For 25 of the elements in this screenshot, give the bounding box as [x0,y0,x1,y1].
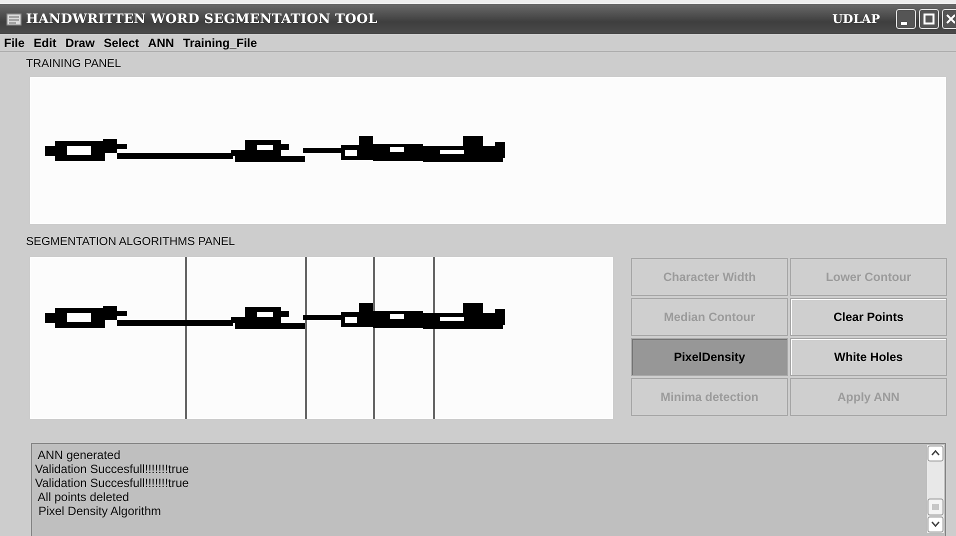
menu-item[interactable]: ANN [148,36,174,50]
menu-item[interactable]: File [4,36,25,50]
algorithm-button[interactable]: Clear Points [790,298,947,336]
close-button[interactable] [942,9,956,29]
menu-item[interactable]: Edit [34,36,56,50]
log-line: Pixel Density Algorithm [37,504,162,518]
close-icon [944,13,954,25]
app-icon [6,11,22,27]
window-title: HANDWRITTEN WORD SEGMENTATION TOOL [26,12,378,26]
menu-item[interactable]: Draw [65,36,95,50]
log-line: Validation Succesfull!!!!!!!true [35,476,190,490]
log-line: ANN generated [36,448,122,462]
maximize-button[interactable] [919,9,939,29]
log-line: All points deleted [36,490,130,504]
panel-label: TRAINING PANEL [26,57,122,72]
menu-item[interactable]: Training_File [183,36,258,50]
log-line: Validation Succesfull!!!!!!!true [35,462,190,476]
panel-label: SEGMENTATION ALGORITHMS PANEL [26,235,236,250]
window-tag: UDLAP [832,12,880,26]
minimize-icon [901,22,907,24]
algorithm-button[interactable]: PixelDensity [631,338,788,376]
menu-item[interactable]: Select [104,36,140,50]
algorithm-button[interactable]: White Holes [790,338,947,376]
minimize-button[interactable] [896,9,916,29]
maximize-icon [923,13,935,25]
